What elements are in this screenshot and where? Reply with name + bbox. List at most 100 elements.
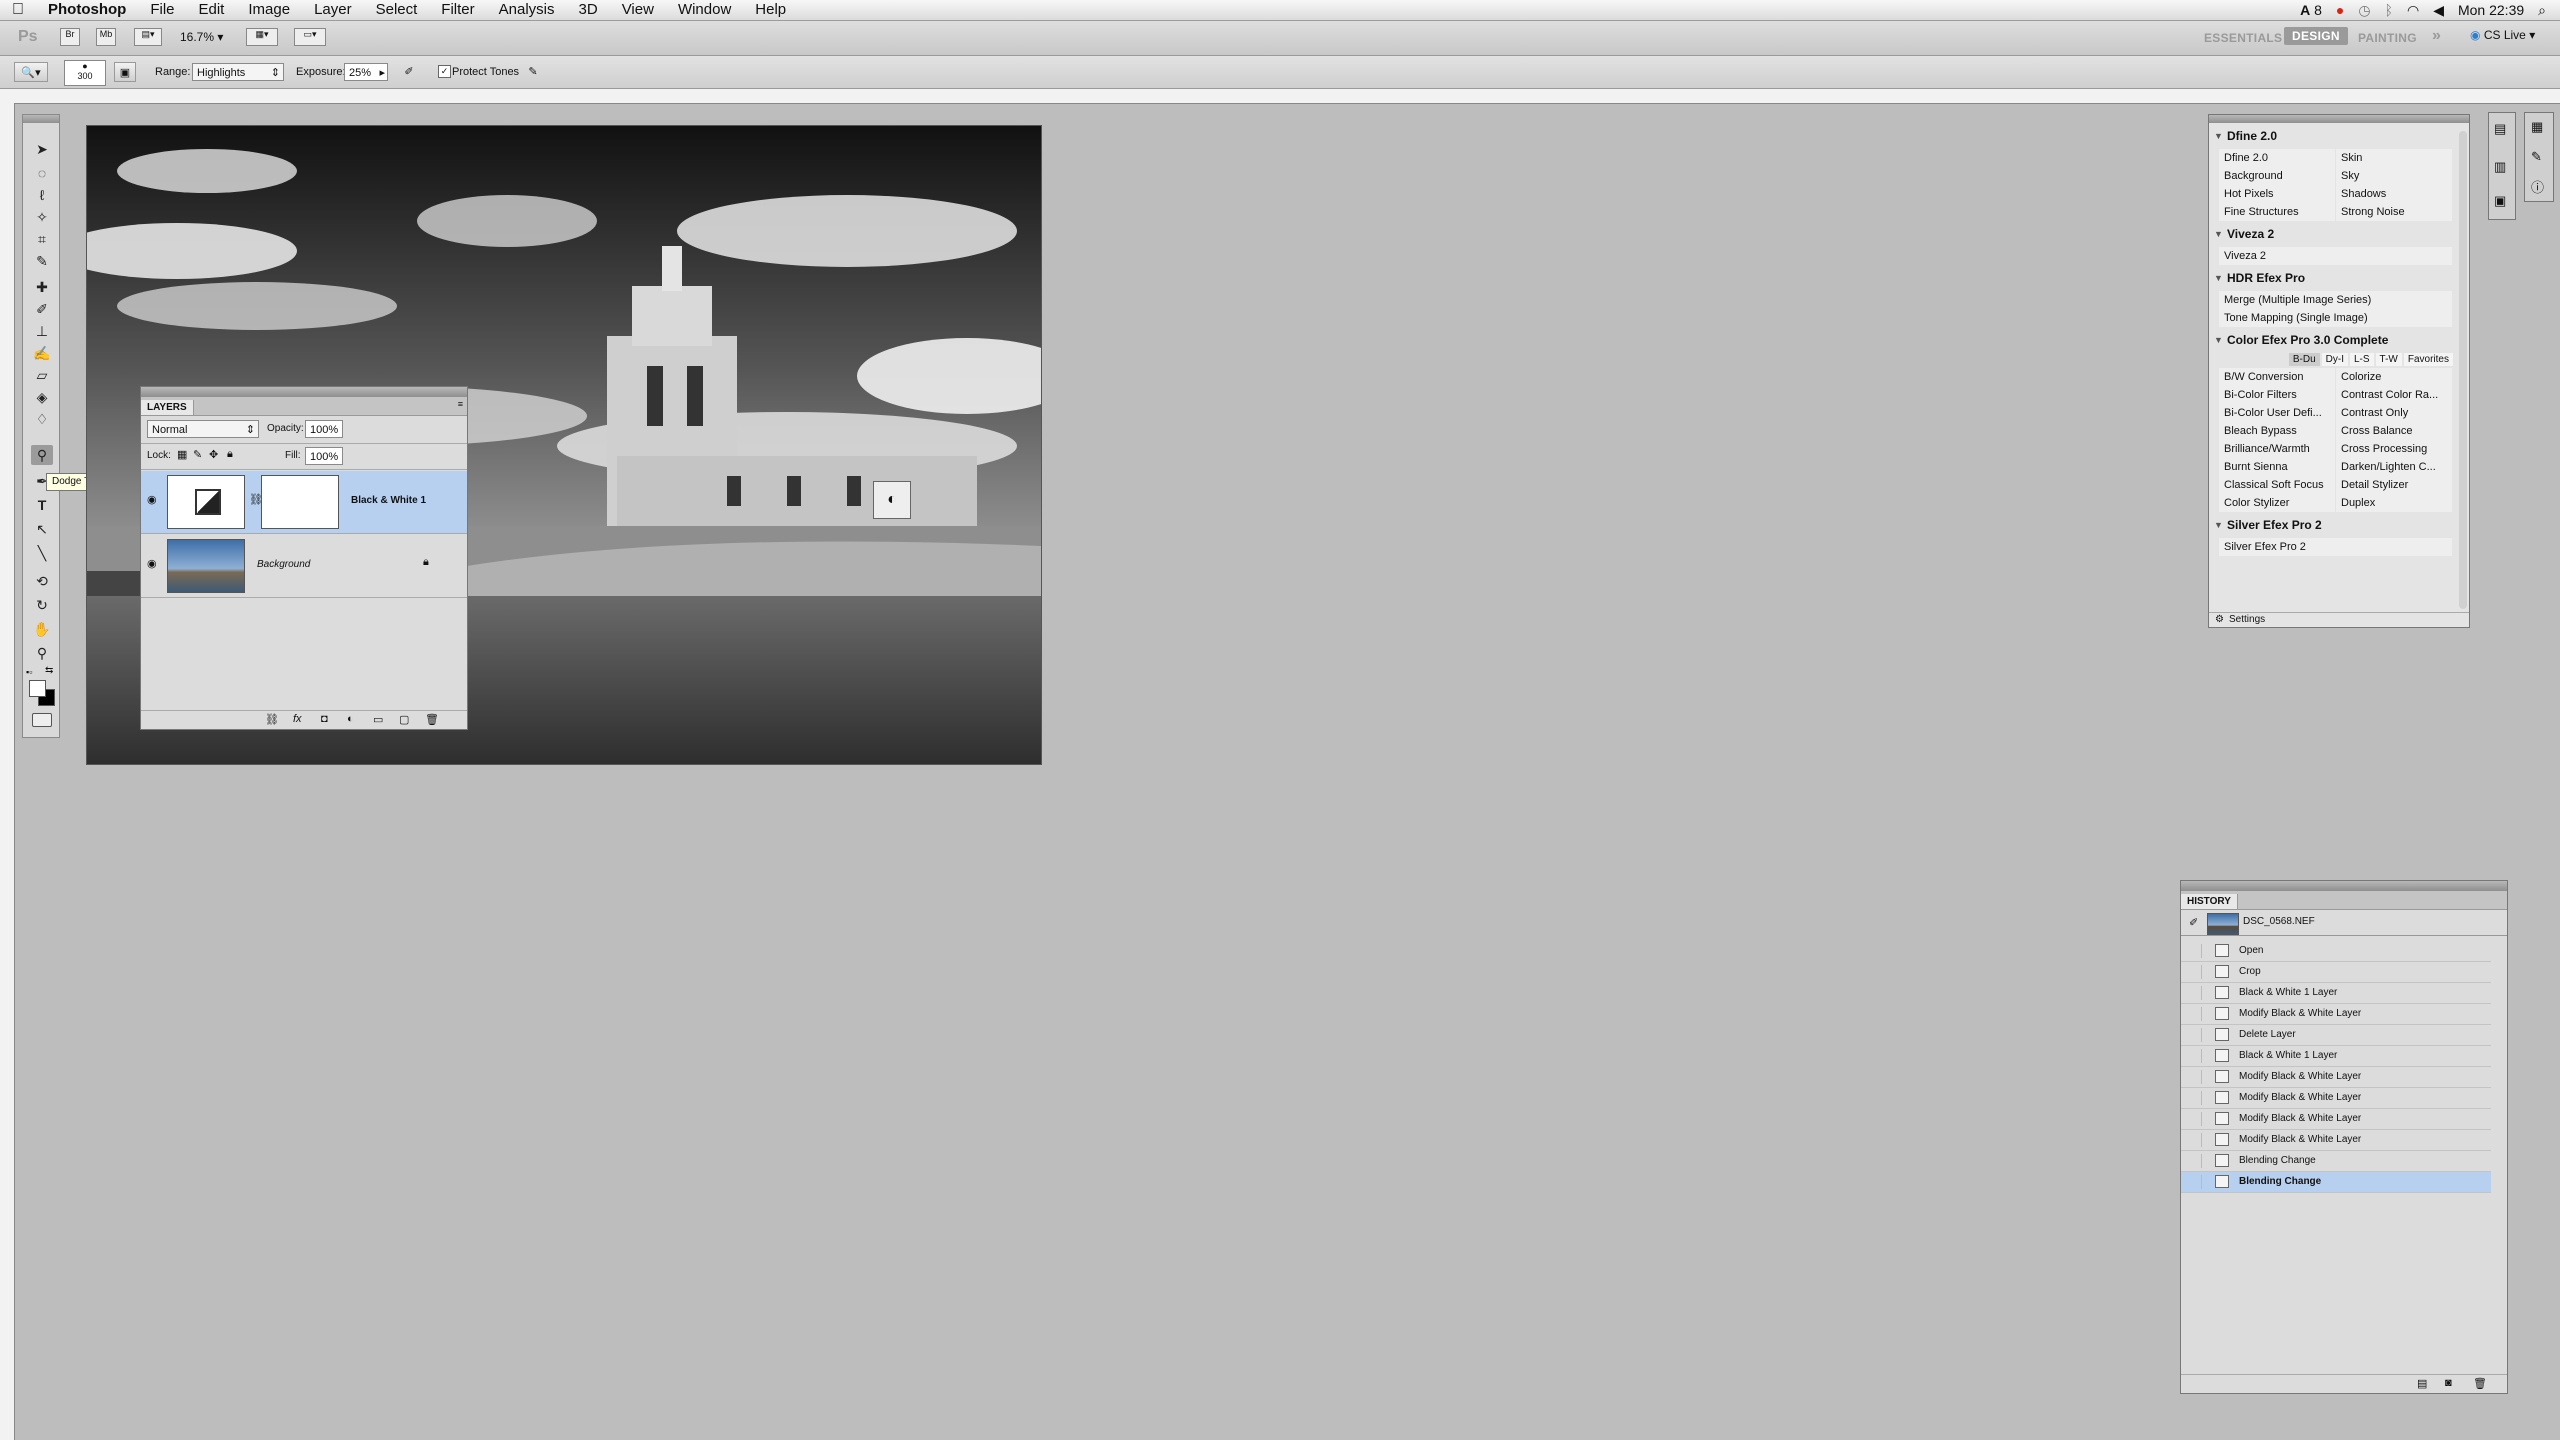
dodge-tool-icon[interactable]: ⚲ [31, 445, 53, 465]
history-state[interactable]: Black & White 1 Layer [2181, 983, 2491, 1004]
clone-stamp-tool-icon[interactable]: ⊥ [31, 321, 53, 341]
history-brush-tool-icon[interactable]: ✍ [31, 343, 53, 363]
lock-position-icon[interactable]: ✥ [209, 448, 218, 461]
spotlight-search-icon[interactable]: ⌕ [2538, 2, 2546, 19]
plugin-item[interactable]: Fine Structures [2219, 203, 2335, 221]
new-group-icon[interactable]: ▭ [373, 713, 383, 726]
crop-tool-icon[interactable]: ⌗ [31, 229, 53, 249]
adobe-badge[interactable]: A 8 [2300, 2, 2322, 18]
history-list[interactable]: Open Crop Black & White 1 Layer Modify B… [2181, 941, 2491, 1193]
arrange-documents-button[interactable]: ▦▾ [246, 28, 278, 46]
plugin-item[interactable]: Merge (Multiple Image Series) [2219, 291, 2452, 309]
cs-live-menu[interactable]: ◉ CS Live ▾ [2470, 28, 2535, 42]
plugin-item[interactable]: Skin [2336, 149, 2452, 167]
history-state[interactable]: Delete Layer [2181, 1025, 2491, 1046]
brush-picker[interactable]: ● 300 [64, 60, 106, 86]
plugin-item[interactable]: Contrast Color Ra... [2336, 386, 2452, 404]
notification-icon[interactable]: ● [2336, 2, 2344, 18]
plugins-scrollbar[interactable] [2459, 131, 2467, 609]
layer-row-background[interactable]: ◉ Background 🔒︎ [141, 535, 467, 598]
menu-layer[interactable]: Layer [302, 0, 364, 20]
section-title[interactable]: Color Efex Pro 3.0 Complete [2209, 327, 2469, 353]
plugin-item[interactable]: Dfine 2.0 [2219, 149, 2335, 167]
layers-panel-titlebar[interactable] [141, 387, 467, 397]
color-efex-tab-t-w[interactable]: T-W [2375, 353, 2402, 366]
color-efex-tab-dy-i[interactable]: Dy-I [2321, 353, 2348, 366]
section-title[interactable]: Viveza 2 [2209, 221, 2469, 247]
app-menu[interactable]: Photoshop [36, 0, 138, 20]
eyedropper-tool-icon[interactable]: ✎ [31, 251, 53, 271]
plugin-item[interactable]: Cross Processing [2336, 440, 2452, 458]
clock[interactable]: Mon 22:39 [2458, 2, 2524, 18]
plugin-item[interactable]: Bi-Color Filters [2219, 386, 2335, 404]
color-efex-tab-favorites[interactable]: Favorites [2403, 353, 2453, 366]
section-title[interactable]: Dfine 2.0 [2209, 123, 2469, 149]
zoom-tool-icon[interactable]: ⚲ [31, 643, 53, 663]
bridge-button[interactable]: Br [60, 28, 80, 46]
visibility-eye-icon[interactable]: ◉ [147, 493, 157, 506]
adjustment-tool-indicator[interactable]: ◐ [873, 481, 911, 519]
menu-select[interactable]: Select [364, 0, 430, 20]
menu-image[interactable]: Image [236, 0, 302, 20]
lock-pixels-icon[interactable]: ✎ [193, 448, 202, 461]
color-efex-tab-l-s[interactable]: L-S [2349, 353, 2374, 366]
new-snapshot-icon[interactable]: ◙ [2445, 1377, 2452, 1389]
layer-name[interactable]: Black & White 1 [351, 495, 426, 506]
plugin-item[interactable]: Hot Pixels [2219, 185, 2335, 203]
swap-colors-icon[interactable]: ⇆ [45, 665, 53, 676]
menu-3d[interactable]: 3D [567, 0, 610, 20]
fill-field[interactable]: 100% [305, 447, 343, 465]
new-adjustment-layer-icon[interactable]: ◐ [347, 713, 354, 725]
workspace-painting[interactable]: PAINTING [2358, 31, 2417, 45]
plugin-item[interactable]: Contrast Only [2336, 404, 2452, 422]
layer-name[interactable]: Background [257, 559, 310, 570]
apple-icon[interactable]:  [0, 0, 36, 20]
history-state[interactable]: Crop [2181, 962, 2491, 983]
plugin-item[interactable]: Cross Balance [2336, 422, 2452, 440]
history-state-current[interactable]: Blending Change [2181, 1172, 2491, 1193]
mini-bridge-button[interactable]: Mb [96, 28, 116, 46]
menu-file[interactable]: File [138, 0, 186, 20]
plugin-item[interactable]: Silver Efex Pro 2 [2219, 538, 2452, 556]
histogram-icon[interactable]: ▤ [2494, 121, 2506, 137]
menu-view[interactable]: View [610, 0, 666, 20]
history-state[interactable]: Modify Black & White Layer [2181, 1067, 2491, 1088]
plugin-item[interactable]: Colorize [2336, 368, 2452, 386]
screen-mode-button[interactable]: ▭▾ [294, 28, 326, 46]
airbrush-toggle[interactable]: ✐ [398, 62, 420, 82]
workspace-essentials[interactable]: ESSENTIALS [2204, 31, 2282, 45]
settings-icon[interactable]: ⚙ [2215, 614, 2224, 625]
plugin-item[interactable]: Darken/Lighten C... [2336, 458, 2452, 476]
link-layers-icon[interactable]: ⛓ [265, 713, 279, 726]
plugin-item[interactable]: Classical Soft Focus [2219, 476, 2335, 494]
panel-menu-icon[interactable]: ≡ [458, 399, 463, 409]
layer-mask-thumbnail[interactable] [261, 475, 339, 529]
adjustment-layer-thumbnail[interactable] [167, 475, 245, 529]
foreground-color-swatch[interactable] [29, 680, 46, 697]
opacity-field[interactable]: 100% [305, 420, 343, 438]
line-tool-icon[interactable]: ╲ [31, 543, 53, 563]
history-source-icon[interactable]: ✐ [2189, 916, 2198, 929]
lock-all-icon[interactable]: 🔒︎ [227, 448, 233, 461]
exposure-field[interactable]: 25% ▸ [344, 63, 388, 81]
section-title[interactable]: HDR Efex Pro [2209, 265, 2469, 291]
zoom-level-menu[interactable]: 16.7% ▾ [180, 30, 223, 44]
history-tab[interactable]: HISTORY [2181, 894, 2238, 909]
plugin-item[interactable]: Detail Stylizer [2336, 476, 2452, 494]
history-state[interactable]: Modify Black & White Layer [2181, 1004, 2491, 1025]
notes-icon[interactable]: ▣ [2494, 193, 2506, 209]
visibility-eye-icon[interactable]: ◉ [147, 557, 157, 570]
spot-healing-tool-icon[interactable]: ✚ [31, 277, 53, 297]
pressure-size-toggle[interactable]: ✎ [522, 62, 544, 82]
settings-link[interactable]: Settings [2229, 614, 2265, 625]
eraser-tool-icon[interactable]: ▱ [31, 365, 53, 385]
background-layer-thumbnail[interactable] [167, 539, 245, 593]
history-state[interactable]: Modify Black & White Layer [2181, 1109, 2491, 1130]
plugin-item[interactable]: Bi-Color User Defi... [2219, 404, 2335, 422]
lasso-tool-icon[interactable]: ℓ [31, 185, 53, 205]
menu-help[interactable]: Help [743, 0, 798, 20]
default-colors-icon[interactable]: ▪▫ [26, 667, 32, 677]
blend-mode-select[interactable]: Normal ⇕ [147, 420, 259, 438]
delete-layer-icon[interactable]: 🗑︎ [425, 713, 439, 726]
hand-tool-icon[interactable]: ✋ [31, 619, 53, 639]
